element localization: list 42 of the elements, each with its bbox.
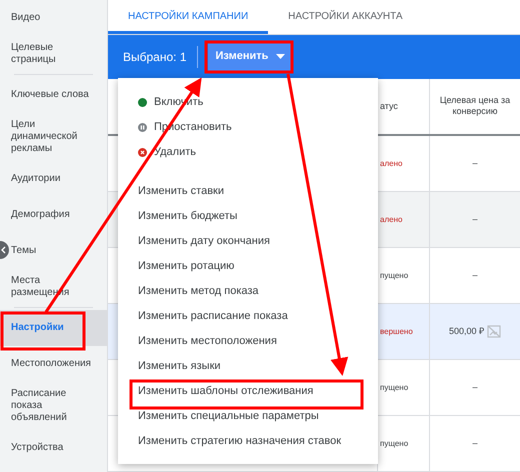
menu-item[interactable]: Изменить ротацию [118,254,378,279]
status-text: пущено [380,382,408,394]
table-cell-text: – [472,212,478,226]
status-text: пущено [380,270,408,282]
sidebar-item[interactable]: Темы [9,233,107,269]
table-cell-text: – [472,268,478,282]
collapse-handle-icon[interactable] [0,241,9,259]
tab[interactable]: НАСТРОЙКИ АККАУНТА [268,0,423,34]
status-text: алено [380,214,402,226]
status-text: алено [380,158,402,170]
menu-item[interactable]: Изменить ставки [118,179,378,204]
column-header: Целевая цена за конверсию [438,94,512,118]
menu-item[interactable]: Изменить расписание показа [118,304,378,329]
sidebar-item[interactable]: Ключевые слова [9,77,107,113]
sidebar-item[interactable]: Демография [9,197,107,233]
sidebar-item[interactable]: Местоположения [9,346,107,382]
menu-item[interactable]: Изменить шаблоны отслеживания [118,379,378,404]
menu-item[interactable]: Удалить [118,140,378,165]
enable-dot-icon [138,98,147,107]
sidebar-item[interactable]: Целевые страницы [9,36,107,72]
sidebar-item[interactable]: Аудитории [9,161,107,197]
menu-item[interactable]: Изменить местоположения [118,329,378,354]
sidebar-item[interactable]: Устройства [9,430,107,466]
table-cell-text: – [472,380,478,394]
sidebar-item[interactable]: Видео [9,0,107,36]
menu-item[interactable]: Изменить специальные параметры [118,404,378,429]
pause-icon [138,123,147,132]
remove-icon [138,148,147,157]
status-text: вершено [380,326,413,338]
status-text: пущено [380,438,408,450]
sidebar-item[interactable]: Расписание показа объявлений [9,382,107,430]
sidebar-item[interactable]: Цели динамической рекламы [9,113,107,161]
table-cell-text: 500,00 ₽ [448,324,484,338]
caret-icon [276,54,286,60]
menu-item[interactable]: Изменить стратегию назначения ставок [118,429,378,454]
menu-item[interactable]: Изменить дату окончания [118,229,378,254]
menu-item[interactable]: Изменить метод показа [118,279,378,304]
menu-item[interactable]: Изменить бюджеты [118,204,378,229]
table-cell-text: – [472,436,478,450]
menu-item[interactable]: Изменить языки [118,354,378,379]
table-cell-text: – [472,156,478,170]
selected-count: Выбрано: 1 [123,48,186,66]
